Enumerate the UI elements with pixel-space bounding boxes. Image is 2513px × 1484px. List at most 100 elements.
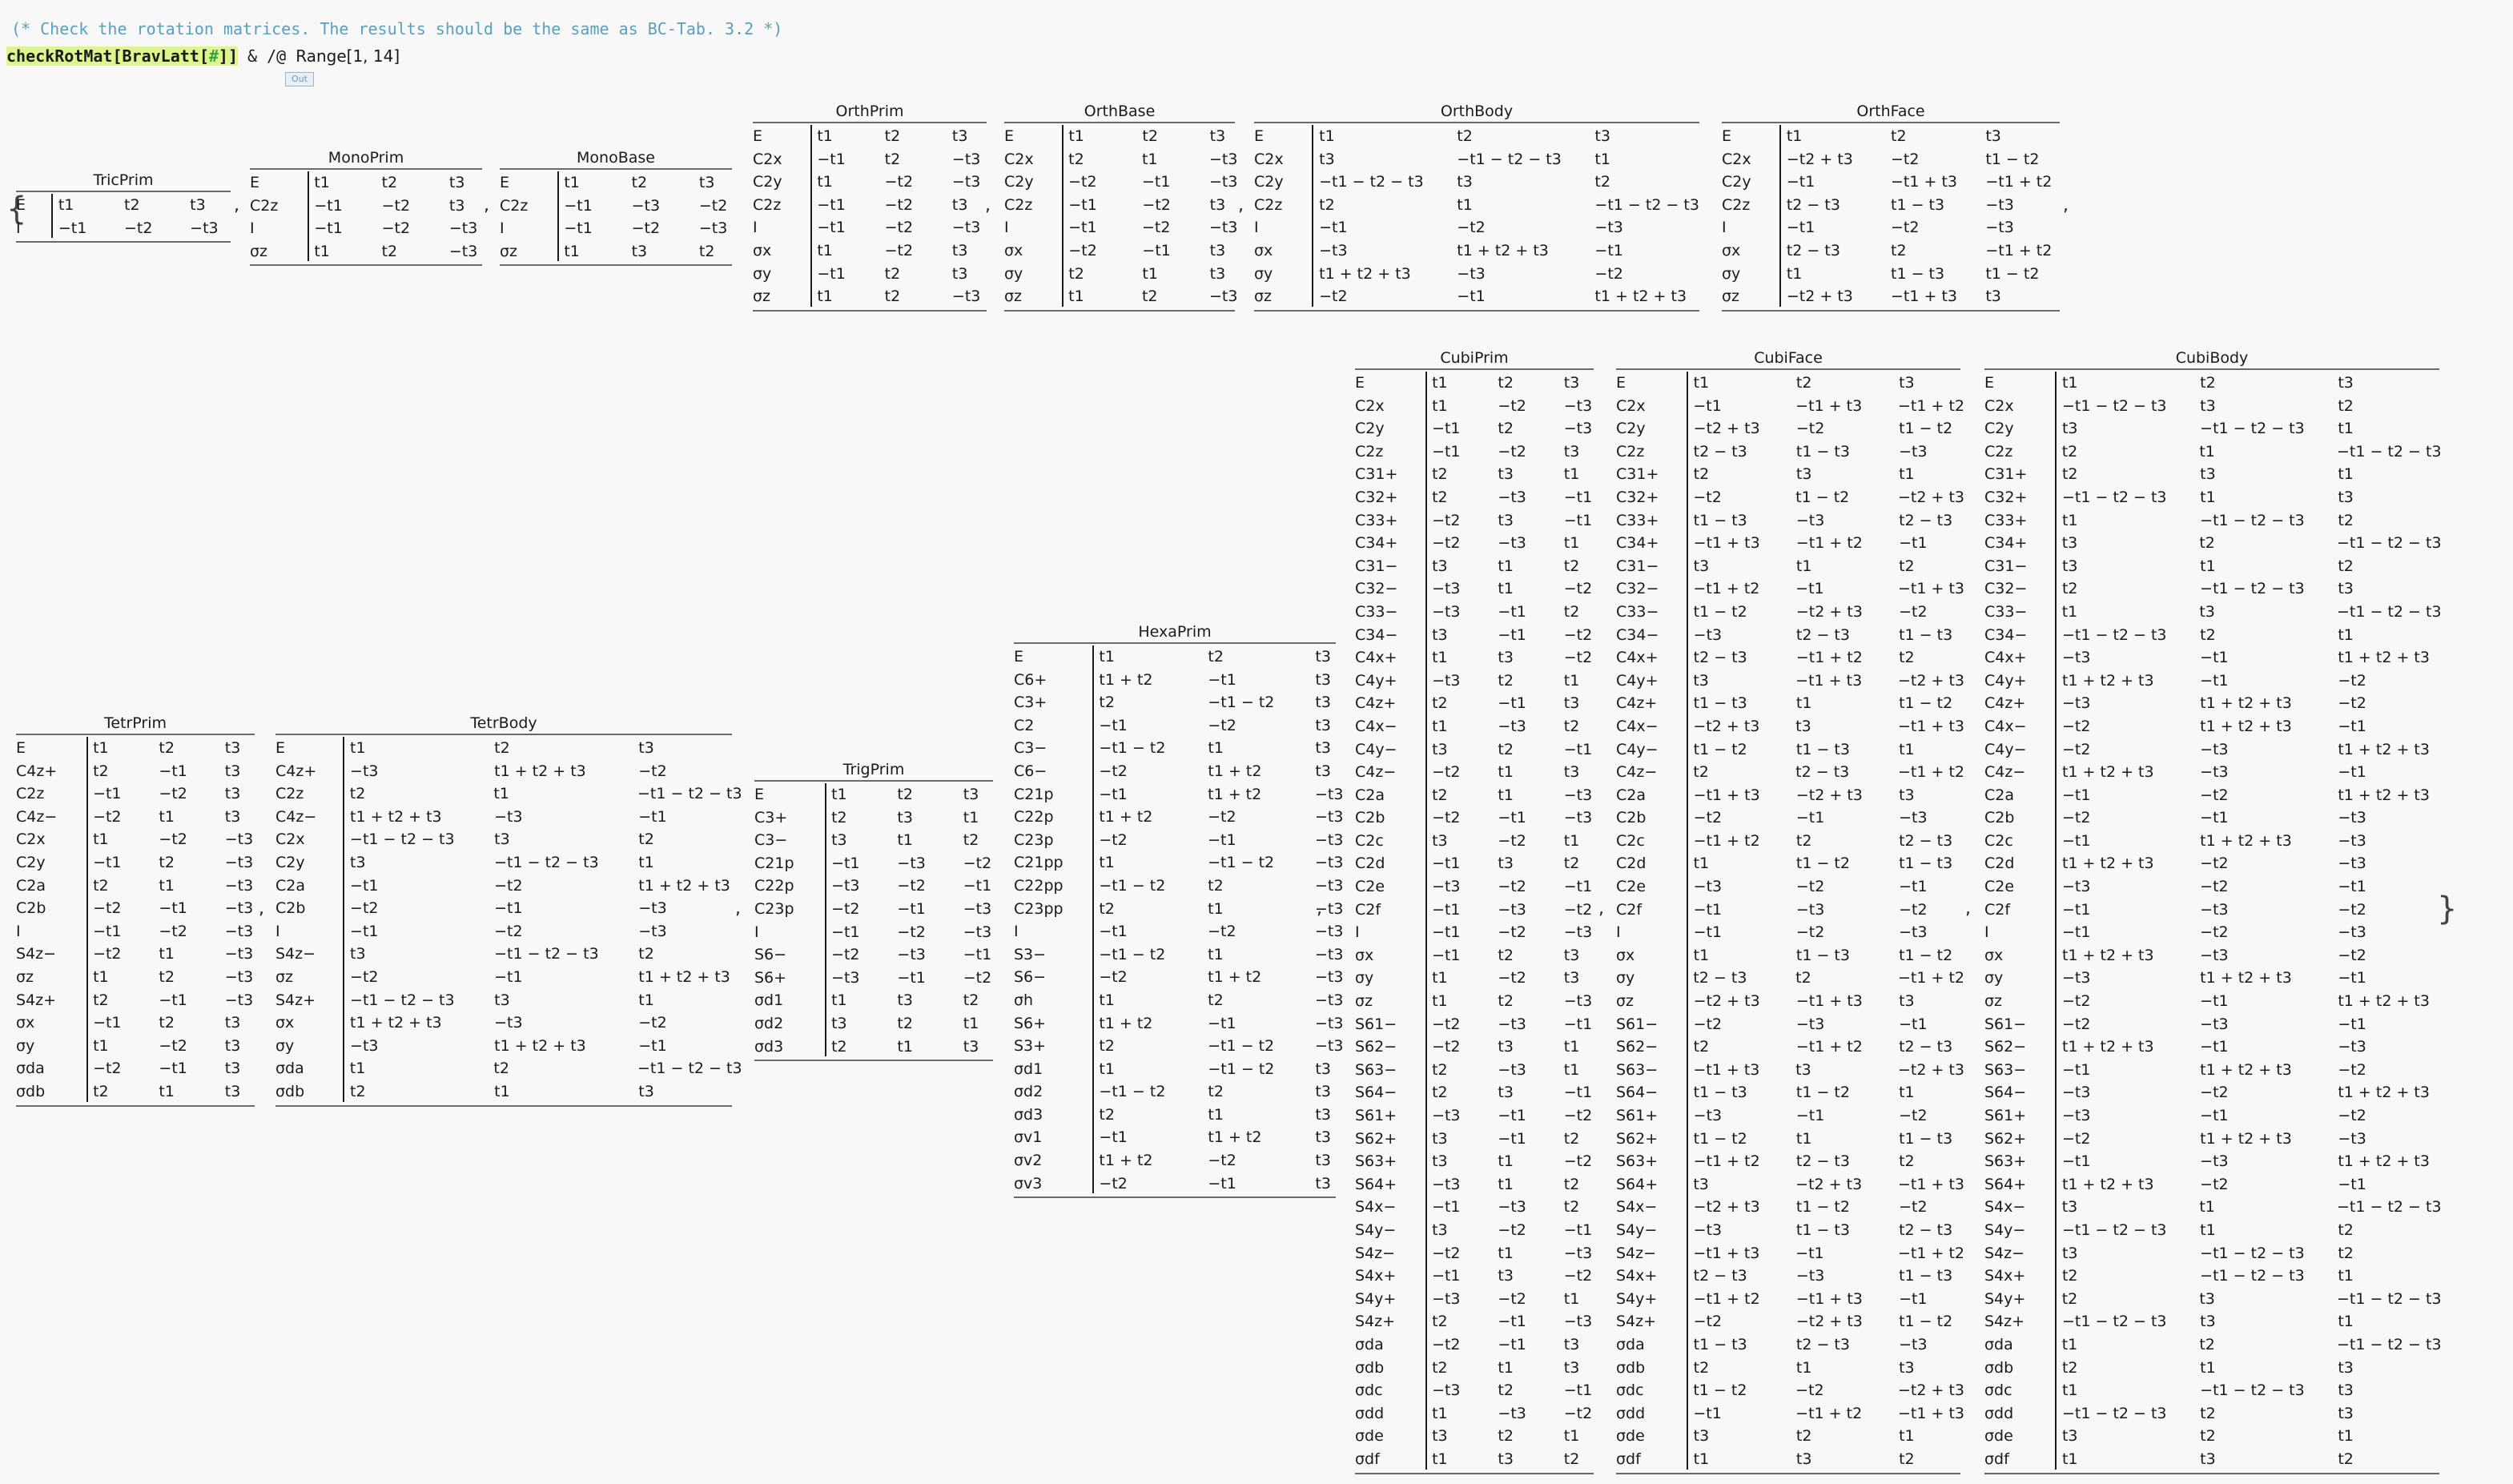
matrix-entry: t3	[1498, 1267, 1514, 1285]
matrix-entry: −t1	[1208, 1014, 1236, 1032]
operation-label: C2y	[1254, 173, 1284, 191]
matrix-entry: t1	[564, 174, 580, 191]
matrix-entry: −t3	[2338, 1038, 2366, 1056]
matrix-entry: −t2	[1899, 900, 1928, 919]
table-row: I −t1 −t2 −t3	[1355, 921, 1594, 944]
matrix-entry: −t1	[1068, 219, 1097, 237]
matrix-entry: t1	[1099, 854, 1115, 872]
matrix-entry: −t1	[963, 946, 992, 964]
operation-label: S4z+	[1984, 1313, 2025, 1331]
operation-label: S63−	[1355, 1060, 1397, 1079]
matrix-entry: t2	[897, 786, 913, 803]
matrix-entry: t1	[831, 991, 847, 1010]
matrix-entry: t3	[1498, 1038, 1514, 1056]
matrix-entry: t1 + t2	[1208, 968, 1262, 987]
operation-label: C2x	[1722, 150, 1751, 168]
matrix-entry: t1	[1432, 717, 1448, 735]
matrix-entry: −t3	[1432, 1289, 1461, 1308]
matrix-entry: t1	[1432, 992, 1448, 1011]
matrix-entry: t2	[2338, 1244, 2354, 1262]
table-row: C32− t2 −t1 − t2 − t3 t3	[1984, 577, 2439, 601]
operation-label: σz	[16, 967, 34, 986]
operation-label: C6−	[1014, 762, 1047, 780]
table-row: σv2 t1 + t2 −t2 t3	[1014, 1149, 1336, 1172]
operation-label: C33−	[1616, 602, 1659, 621]
table-row: σz −t2 −t1 t1 + t2 + t3	[1984, 990, 2439, 1013]
operation-label: C2x	[1984, 396, 2014, 415]
matrix-entry: −t1	[1498, 809, 1526, 827]
matrix-entry: t1	[1498, 1175, 1514, 1193]
matrix-entry: t2	[1563, 1129, 1580, 1148]
output-tag[interactable]: Out	[285, 72, 314, 86]
table-row: C2f −t1 −t3 −t2	[1355, 899, 1594, 922]
matrix-entry: −t3	[224, 967, 254, 986]
slot-symbol: #	[208, 46, 219, 66]
table-body: Et1 t2 t3 C4z+ −t3 t1 + t2 + t3 −t2 C2z t2 t1 −t1 …	[275, 737, 742, 1107]
matrix-entry: t1	[493, 785, 509, 803]
table-title: OrthPrim	[753, 101, 987, 123]
matrix-entry: t1	[963, 1014, 979, 1032]
matrix-entry: t2	[1099, 694, 1115, 712]
matrix-entry: −t2	[2200, 786, 2229, 804]
matrix-entry: −t3	[1457, 264, 1486, 283]
matrix-entry: t1 + t2 + t3	[638, 967, 730, 986]
table-row: S4y+ −t1 + t2 −t1 + t3 −t1	[1616, 1288, 1960, 1311]
operation-label: S3+	[1014, 1037, 1047, 1056]
table-row: I −t1 −t2 −t3	[1014, 920, 1343, 943]
table-row: C4x+ t2 − t3 −t1 + t2 t2	[1616, 646, 1960, 670]
table-row: C2z t2 t1 −t1 − t2 − t3	[1254, 194, 1699, 217]
table-row: σd2 t3 t2 t1	[754, 1012, 993, 1036]
table-row: σz −t2 + t3 −t1 + t3 t3	[1722, 285, 2060, 308]
matrix-entry: t1 + t2	[1099, 808, 1153, 826]
matrix-entry: −t2	[2200, 878, 2229, 896]
table-row: C2x t1 −t2 −t3	[1355, 395, 1594, 418]
matrix-entry: −t3	[448, 242, 478, 260]
table-row: S4x+ −t1 t3 −t2	[1355, 1265, 1594, 1288]
matrix-entry: t3	[1432, 1427, 1448, 1446]
matrix-entry: t1 + t2 + t3	[350, 807, 442, 826]
table-row: σz t1 t3 t2	[500, 240, 732, 263]
matrix-entry: −t3	[897, 854, 926, 872]
operation-label: S4y−	[1355, 1221, 1397, 1239]
matrix-entry: −t1	[817, 150, 846, 168]
matrix-entry: −t1 − t2 − t3	[2337, 1198, 2442, 1217]
matrix-entry: −t1	[1786, 173, 1815, 191]
matrix-entry: −t1 + t2	[1985, 241, 2053, 259]
operation-label: C4y+	[1616, 671, 1659, 690]
matrix-entry: t2	[1432, 694, 1448, 713]
operation-label: C3−	[1014, 739, 1047, 758]
operation-label: S62+	[1616, 1129, 1659, 1148]
matrix-entry: −t1 − t2 − t3	[2337, 1335, 2442, 1353]
matrix-entry: t3	[1432, 1152, 1448, 1171]
table-row: C2b −t2 −t1 −t3	[1616, 806, 1960, 830]
matrix-entry: −t1	[1899, 1015, 1928, 1033]
function-close: ]]	[218, 46, 239, 66]
table-title: OrthBase	[1004, 101, 1235, 123]
matrix-entry: t3	[1498, 649, 1514, 667]
matrix-entry: −t1	[1099, 1128, 1128, 1147]
matrix-entry: t3	[1315, 716, 1331, 734]
matrix-entry: −t3	[190, 219, 219, 237]
matrix-entry: −t1	[638, 1036, 667, 1055]
operation-label: C2f	[1984, 900, 2011, 919]
input-cell[interactable]: checkRotMat[BravLatt[#]] & /@ Range[1, 1…	[6, 46, 400, 66]
matrix-entry: t3	[2061, 420, 2078, 438]
table-separator-line	[1092, 645, 1094, 1194]
matrix-entry: t1 − t3	[1899, 855, 1953, 873]
matrix-entry: t1	[963, 808, 979, 826]
matrix-entry: t2	[1563, 1198, 1580, 1217]
matrix-entry: −t2 + t3	[1897, 1381, 1964, 1400]
function-open: [BravLatt[	[112, 46, 209, 66]
table-row: C33− t1 − t2 −t2 + t3 −t2	[1616, 601, 1960, 624]
table-body: Et1 t2 t3 C3+ t2 t3 t1 C3− t3 t1 t2 C21p −t1 −t3 −t2 C2…	[754, 783, 993, 1062]
operation-label: σda	[1984, 1335, 2013, 1353]
matrix-table-cubibody: CubiBody Et1 t2 t3 C2x −t1 − t2 − t3 t3 t2 C2y t3…	[1984, 348, 2442, 1474]
table-row: S6+ −t3 −t1 −t2	[754, 967, 993, 990]
matrix-entry: −t3	[831, 968, 860, 987]
operation-label: C2z	[275, 785, 304, 803]
table-row: C3− t3 t1 t2	[754, 829, 993, 852]
operation-label: C32+	[1616, 488, 1659, 506]
matrix-entry: t1	[1208, 899, 1224, 918]
matrix-entry: t2	[1068, 150, 1084, 168]
matrix-entry: −t3	[1693, 625, 1723, 644]
